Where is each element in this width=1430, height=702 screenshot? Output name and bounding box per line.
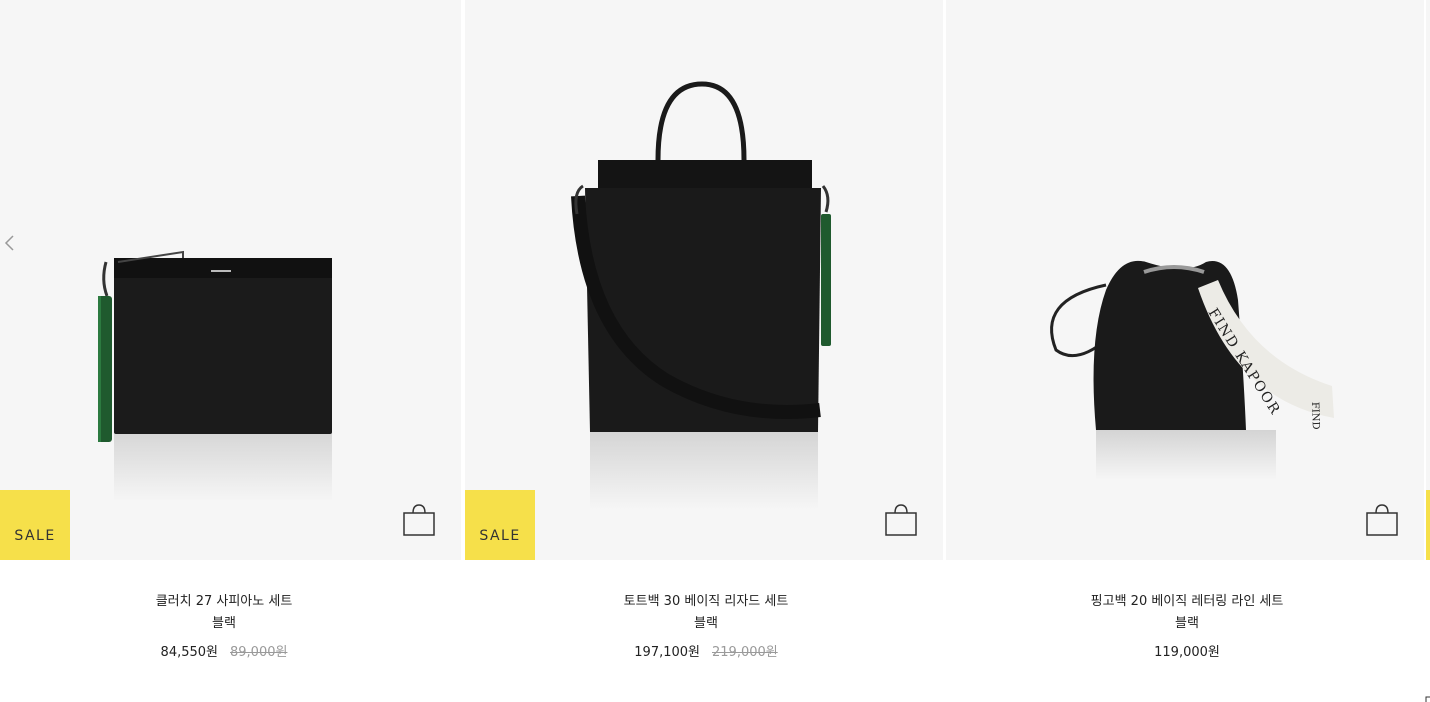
add-to-cart-button[interactable] [401,502,437,538]
corner-mark [1425,696,1430,702]
original-price: 89,000원 [230,645,288,660]
sale-price: 197,100원 [634,645,700,660]
product-card[interactable]: SALE 클러치 27 사피아노 세트 블랙 84,550원 89,000원 [0,0,461,702]
shopping-bag-icon [1366,504,1398,536]
product-color: 블랙 [694,616,718,631]
product-color: 블랙 [1175,616,1199,631]
price: 119,000원 [1154,645,1220,660]
tote-bag-image [571,81,831,510]
product-image[interactable]: SALE [0,0,461,560]
sale-price: 84,550원 [160,645,218,660]
product-name[interactable]: 토트백 30 베이직 리자드 세트 [482,592,930,612]
sale-badge: SALE [0,490,70,560]
chevron-left-icon [4,235,14,251]
shopping-bag-icon [403,504,435,536]
price-row: 197,100원 219,000원 [482,643,930,663]
product-name[interactable]: 클러치 27 사피아노 세트 [0,592,448,612]
next-card-peek[interactable] [1426,0,1430,560]
clutch-image [98,250,332,502]
product-info: 토트백 30 베이직 리자드 세트 블랙 197,100원 219,000원 [482,592,930,663]
product-carousel: SALE 클러치 27 사피아노 세트 블랙 84,550원 89,000원 S… [0,0,1430,702]
sale-badge-peek [1426,490,1430,560]
strap-lettering-short: FIND [1309,402,1321,430]
product-card[interactable]: FIND KAPOOR FIND 핑고백 20 베이직 레터링 라인 세트 블랙… [946,0,1424,702]
price-row: 119,000원 [963,643,1411,663]
product-image[interactable]: FIND KAPOOR FIND [946,0,1424,560]
price-row: 84,550원 89,000원 [0,643,448,663]
original-price: 219,000원 [712,645,778,660]
product-name[interactable]: 핑고백 20 베이직 레터링 라인 세트 [963,592,1411,612]
product-info: 클러치 27 사피아노 세트 블랙 84,550원 89,000원 [0,592,448,663]
product-color: 블랙 [212,616,236,631]
pingo-bag-image: FIND KAPOOR FIND [1050,260,1334,480]
product-card[interactable]: SALE 토트백 30 베이직 리자드 세트 블랙 197,100원 219,00… [465,0,943,702]
shopping-bag-icon [885,504,917,536]
sale-badge: SALE [465,490,535,560]
product-image[interactable]: SALE [465,0,943,560]
add-to-cart-button[interactable] [883,502,919,538]
product-info: 핑고백 20 베이직 레터링 라인 세트 블랙 119,000원 [963,592,1411,663]
add-to-cart-button[interactable] [1364,502,1400,538]
carousel-prev-button[interactable] [2,232,18,254]
